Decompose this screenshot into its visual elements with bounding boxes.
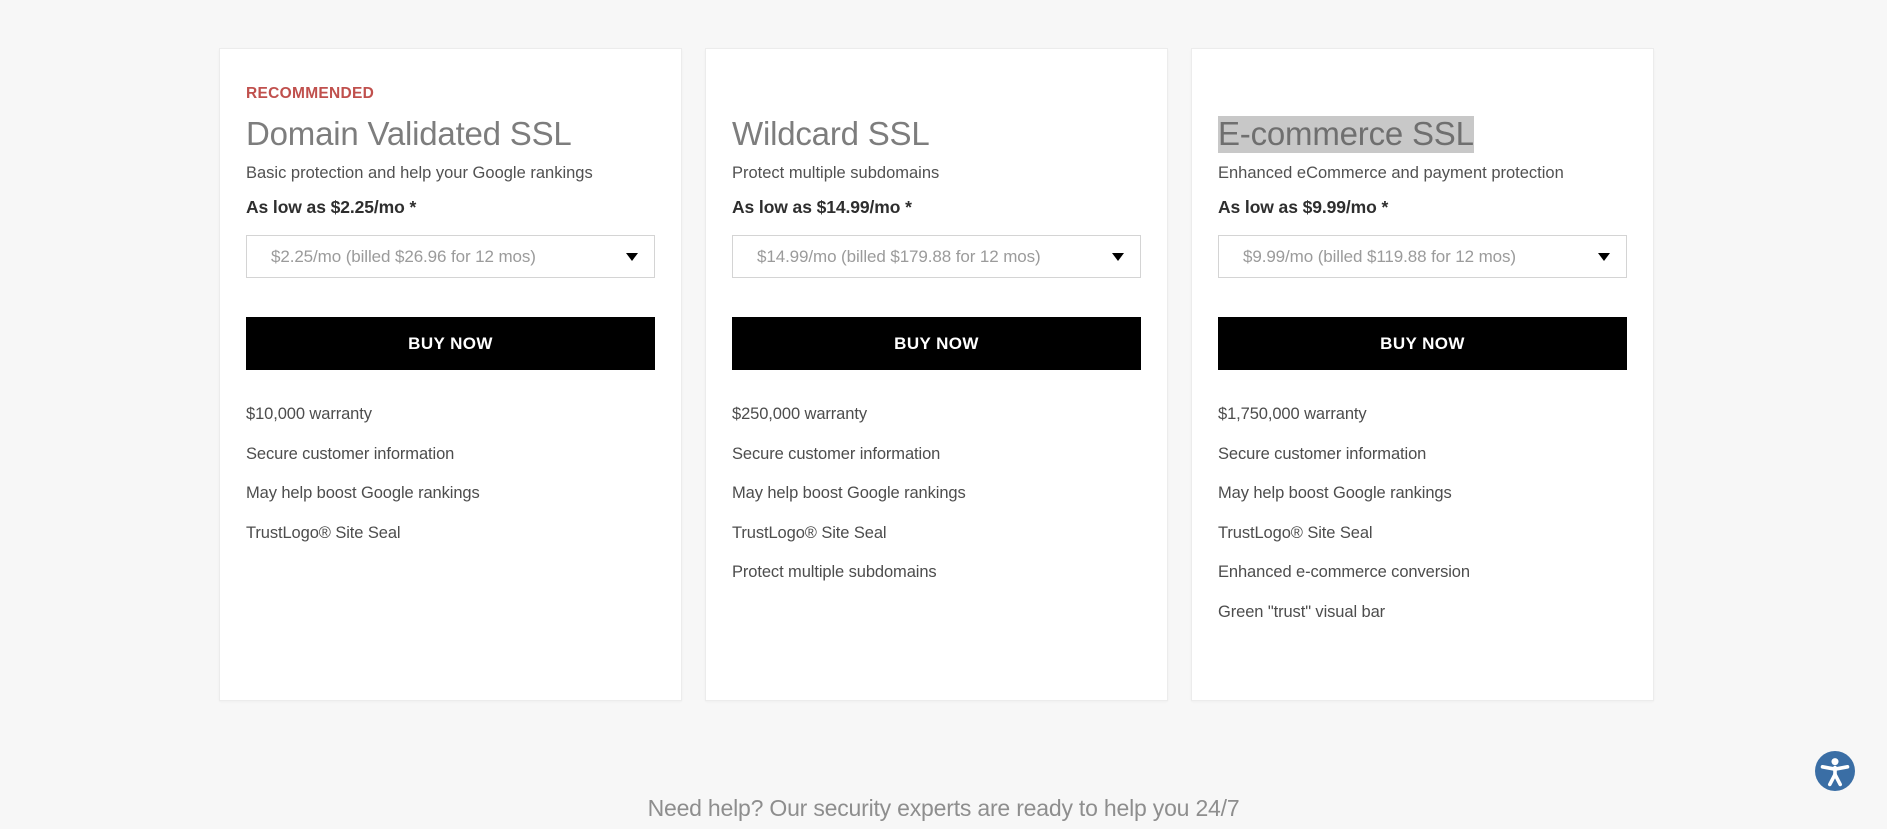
plan-price-line: As low as $14.99/mo *: [732, 197, 912, 218]
chevron-down-icon: [1598, 252, 1610, 261]
list-item: TrustLogo® Site Seal: [1218, 523, 1373, 542]
plan-title: Domain Validated SSL: [246, 115, 572, 152]
billing-term-select-value: $9.99/mo (billed $119.88 for 12 mos): [1243, 246, 1516, 266]
chevron-down-icon: [626, 252, 638, 261]
accessibility-widget-button[interactable]: [1814, 750, 1856, 792]
list-item: Protect multiple subdomains: [732, 563, 937, 582]
billing-term-select[interactable]: $9.99/mo (billed $119.88 for 12 mos): [1218, 235, 1627, 279]
ssl-plan-card-domain-validated[interactable]: RECOMMENDED Domain Validated SSL Basic p…: [219, 48, 682, 701]
list-item: May help boost Google rankings: [1218, 484, 1452, 503]
plan-feature-list: $1,750,000 warranty Secure customer info…: [1218, 406, 1627, 643]
plan-feature-list: $250,000 warranty Secure customer inform…: [732, 406, 1141, 604]
chevron-down-icon: [1112, 252, 1124, 261]
help-text: Need help? Our security experts are read…: [647, 795, 1240, 821]
list-item: Secure customer information: [246, 444, 455, 463]
list-item: May help boost Google rankings: [732, 484, 966, 503]
ssl-plan-card-ecommerce[interactable]: E-commerce SSL Enhanced eCommerce and pa…: [1191, 48, 1654, 701]
plan-subtitle: Protect multiple subdomains: [732, 163, 940, 182]
pricing-page: RECOMMENDED Domain Validated SSL Basic p…: [0, 0, 1887, 829]
list-item: $10,000 warranty: [246, 405, 372, 424]
list-item: Secure customer information: [732, 444, 941, 463]
list-item: Green "trust" visual bar: [1218, 602, 1386, 621]
list-item: TrustLogo® Site Seal: [246, 523, 401, 542]
buy-now-button[interactable]: BUY NOW: [246, 317, 655, 371]
list-item: Enhanced e-commerce conversion: [1218, 563, 1470, 582]
list-item: Secure customer information: [1218, 444, 1427, 463]
billing-term-select[interactable]: $14.99/mo (billed $179.88 for 12 mos): [732, 235, 1141, 279]
ssl-plan-card-wildcard[interactable]: Wildcard SSL Protect multiple subdomains…: [705, 48, 1168, 701]
plan-price-line: As low as $2.25/mo *: [246, 197, 417, 218]
plan-subtitle: Enhanced eCommerce and payment protectio…: [1218, 163, 1564, 182]
billing-term-select-value: $2.25/mo (billed $26.96 for 12 mos): [271, 246, 536, 266]
billing-term-select-value: $14.99/mo (billed $179.88 for 12 mos): [757, 246, 1041, 266]
accessibility-person-icon: [1815, 751, 1855, 791]
buy-now-button[interactable]: BUY NOW: [1218, 317, 1627, 371]
plan-price-line: As low as $9.99/mo *: [1218, 197, 1389, 218]
recommended-badge: RECOMMENDED: [246, 85, 375, 102]
billing-term-select[interactable]: $2.25/mo (billed $26.96 for 12 mos): [246, 235, 655, 279]
plan-subtitle: Basic protection and help your Google ra…: [246, 163, 593, 182]
plan-title: E-commerce SSL: [1218, 115, 1474, 153]
buy-now-button[interactable]: BUY NOW: [732, 317, 1141, 371]
plan-title: Wildcard SSL: [732, 115, 930, 152]
ssl-plan-card-list: RECOMMENDED Domain Validated SSL Basic p…: [219, 48, 1654, 701]
plan-feature-list: $10,000 warranty Secure customer informa…: [246, 406, 655, 564]
list-item: TrustLogo® Site Seal: [732, 523, 887, 542]
list-item: May help boost Google rankings: [246, 484, 480, 503]
list-item: $250,000 warranty: [732, 405, 867, 424]
list-item: $1,750,000 warranty: [1218, 405, 1367, 424]
